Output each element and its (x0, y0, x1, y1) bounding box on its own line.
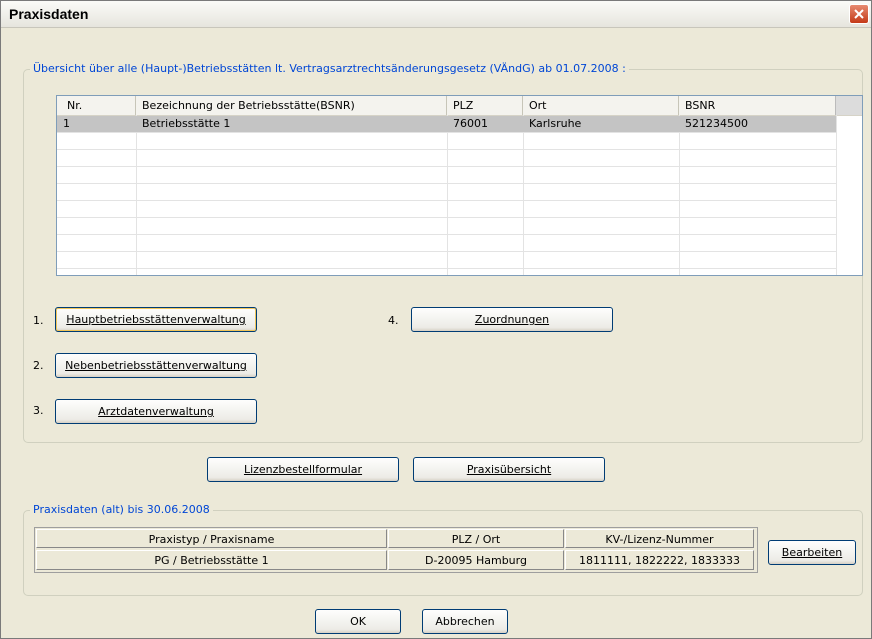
abbrechen-label: Abbrechen (435, 615, 495, 628)
close-icon (854, 9, 864, 19)
cell-bsnr: 521234500 (685, 117, 748, 130)
praxisuebersicht-label: Praxisübersicht (466, 463, 552, 476)
nebenbetriebsstaetten-label: Nebenbetriebsstättenverwaltung (65, 359, 247, 372)
table-header-corner (835, 96, 862, 115)
step-number-1: 1. (33, 314, 44, 327)
col-header-bsnr[interactable]: BSNR (679, 96, 836, 115)
old-cell-praxistyp: PG / Betriebsstätte 1 (36, 550, 387, 570)
col-header-ort[interactable]: Ort (523, 96, 679, 115)
table-row-empty[interactable] (57, 133, 836, 150)
arztdatenverwaltung-label: Arztdatenverwaltung (98, 405, 214, 418)
ok-button[interactable]: OK (315, 609, 401, 634)
zuordnungen-button[interactable]: Zuordnungen (411, 307, 613, 332)
old-data-legend: Praxisdaten (alt) bis 30.06.2008 (30, 503, 213, 516)
old-cell-kv-nummer: 1811111, 1822222, 1833333 (565, 550, 754, 570)
table-row-empty[interactable] (57, 150, 836, 167)
step-number-3: 3. (33, 404, 44, 417)
bearbeiten-label: Bearbeiten (781, 546, 843, 559)
table-header: Nr. Bezeichnung der Betriebsstätte(BSNR)… (57, 96, 862, 116)
step-number-2: 2. (33, 359, 44, 372)
cell-nr: 1 (63, 117, 70, 130)
abbrechen-button[interactable]: Abbrechen (422, 609, 508, 634)
table-row-empty[interactable] (57, 218, 836, 235)
praxisdaten-dialog: Praxisdaten Übersicht über alle (Haupt-)… (0, 0, 872, 639)
zuordnungen-label: Zuordnungen (474, 313, 550, 326)
overview-legend: Übersicht über alle (Haupt-)Betriebsstät… (30, 62, 629, 75)
old-col-kv-nummer: KV-/Lizenz-Nummer (565, 529, 754, 548)
old-cell-plz-ort: D-20095 Hamburg (388, 550, 564, 570)
nebenbetriebsstaetten-button[interactable]: Nebenbetriebsstättenverwaltung (55, 353, 257, 378)
old-data-table: Praxistyp / Praxisname PLZ / Ort KV-/Liz… (34, 527, 758, 573)
title-bar[interactable]: Praxisdaten (1, 1, 871, 28)
table-row[interactable]: 1 Betriebsstätte 1 76001 Karlsruhe 52123… (57, 116, 836, 133)
table-row-empty[interactable] (57, 167, 836, 184)
praxisuebersicht-button[interactable]: Praxisübersicht (413, 457, 605, 482)
col-header-plz[interactable]: PLZ (447, 96, 523, 115)
hauptbetriebsstaetten-label: Hauptbetriebsstättenverwaltung (66, 313, 246, 326)
cell-bezeichnung: Betriebsstätte 1 (142, 117, 231, 130)
cell-plz: 76001 (453, 117, 488, 130)
cell-ort: Karlsruhe (529, 117, 582, 130)
lizenzbestellformular-button[interactable]: Lizenzbestellformular (207, 457, 399, 482)
old-col-plz-ort: PLZ / Ort (388, 529, 564, 548)
table-row-empty[interactable] (57, 184, 836, 201)
col-header-bezeichnung[interactable]: Bezeichnung der Betriebsstätte(BSNR) (136, 96, 447, 115)
betriebsstaetten-table: Nr. Bezeichnung der Betriebsstätte(BSNR)… (56, 95, 863, 276)
lizenzbestellformular-label: Lizenzbestellformular (243, 463, 363, 476)
table-row-empty[interactable] (57, 252, 836, 269)
table-row-empty[interactable] (57, 201, 836, 218)
step-number-4: 4. (388, 314, 399, 327)
close-button[interactable] (849, 4, 869, 24)
col-header-nr[interactable]: Nr. (57, 96, 136, 115)
old-col-praxistyp: Praxistyp / Praxisname (36, 529, 387, 548)
bearbeiten-button[interactable]: Bearbeiten (768, 540, 856, 565)
hauptbetriebsstaetten-button[interactable]: Hauptbetriebsstättenverwaltung (55, 307, 257, 332)
arztdatenverwaltung-button[interactable]: Arztdatenverwaltung (55, 399, 257, 424)
window-title: Praxisdaten (9, 6, 89, 22)
ok-label: OK (350, 615, 366, 628)
table-row-empty[interactable] (57, 235, 836, 252)
